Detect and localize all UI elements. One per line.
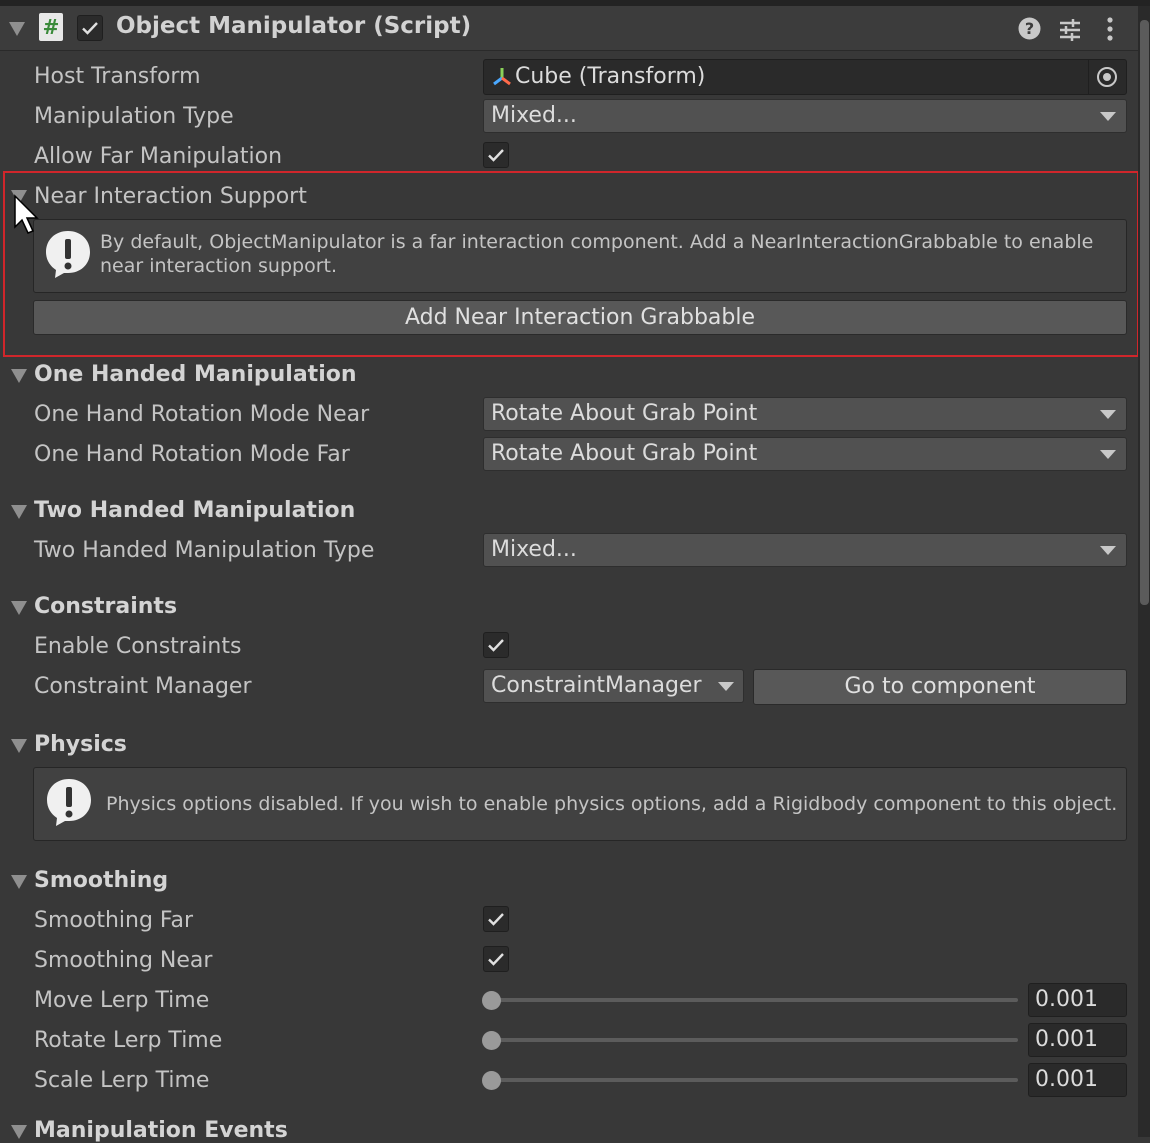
manipulation-type-label: Manipulation Type <box>34 104 234 129</box>
checkmark-icon <box>488 913 504 926</box>
transform-icon <box>491 65 513 93</box>
smoothing-far-checkbox[interactable] <box>483 906 509 932</box>
physics-help-text: Physics options disabled. If you wish to… <box>106 793 1118 815</box>
script-icon: # <box>39 13 63 41</box>
chevron-down-icon <box>718 682 734 691</box>
enable-constraints-checkbox[interactable] <box>483 632 509 658</box>
host-transform-label: Host Transform <box>34 64 201 89</box>
one-handed-foldout-arrow-icon[interactable] <box>11 369 27 383</box>
one-hand-rotation-far-value: Rotate About Grab Point <box>491 441 758 466</box>
object-picker-icon[interactable] <box>1096 66 1118 94</box>
host-transform-value: Cube (Transform) <box>515 64 706 89</box>
help-icon[interactable]: ? <box>1018 17 1041 46</box>
constraint-manager-label: Constraint Manager <box>34 674 252 699</box>
one-handed-title: One Handed Manipulation <box>34 362 357 387</box>
one-hand-rotation-far-label: One Hand Rotation Mode Far <box>34 442 350 467</box>
highlight-frame <box>3 171 1139 357</box>
one-hand-rotation-near-value: Rotate About Grab Point <box>491 401 758 426</box>
mouse-cursor-icon <box>14 194 39 234</box>
manipulation-events-title: Manipulation Events <box>34 1118 288 1143</box>
move-lerp-time-slider-track[interactable] <box>490 998 1018 1002</box>
enable-constraints-label: Enable Constraints <box>34 634 242 659</box>
presets-icon[interactable] <box>1058 17 1082 47</box>
physics-foldout-arrow-icon[interactable] <box>11 739 27 753</box>
chevron-down-icon <box>1100 450 1116 459</box>
one-hand-rotation-near-label: One Hand Rotation Mode Near <box>34 402 370 427</box>
chevron-down-icon <box>1100 546 1116 555</box>
two-handed-type-label: Two Handed Manipulation Type <box>34 538 375 563</box>
checkmark-icon <box>82 22 98 35</box>
scale-lerp-time-input[interactable]: 0.001 <box>1028 1063 1127 1097</box>
warning-icon <box>47 779 91 826</box>
two-handed-type-value: Mixed... <box>491 537 577 562</box>
checkmark-icon <box>488 639 504 652</box>
two-handed-foldout-arrow-icon[interactable] <box>11 505 27 519</box>
constraint-manager-value: ConstraintManager <box>491 673 702 698</box>
one-hand-rotation-far-dropdown[interactable]: Rotate About Grab Point <box>483 437 1127 471</box>
move-lerp-time-slider-knob[interactable] <box>482 991 501 1010</box>
checkmark-icon <box>488 953 504 966</box>
rotate-lerp-time-input[interactable]: 0.001 <box>1028 1023 1127 1057</box>
constraints-foldout-arrow-icon[interactable] <box>11 601 27 615</box>
allow-far-manipulation-label: Allow Far Manipulation <box>34 144 283 169</box>
physics-title: Physics <box>34 732 127 757</box>
rotate-lerp-time-label: Rotate Lerp Time <box>34 1028 223 1053</box>
rotate-lerp-time-slider-knob[interactable] <box>482 1031 501 1050</box>
smoothing-foldout-arrow-icon[interactable] <box>11 875 27 889</box>
kebab-menu-icon[interactable] <box>1104 16 1116 48</box>
one-hand-rotation-near-dropdown[interactable]: Rotate About Grab Point <box>483 397 1127 431</box>
two-handed-type-dropdown[interactable]: Mixed... <box>483 533 1127 567</box>
host-transform-field[interactable]: Cube (Transform) <box>483 59 1127 95</box>
manipulation-type-dropdown[interactable]: Mixed... <box>483 99 1127 133</box>
field-divider <box>1088 60 1089 94</box>
scrollbar-thumb[interactable] <box>1140 20 1149 605</box>
smoothing-far-label: Smoothing Far <box>34 908 194 933</box>
checkmark-icon <box>488 149 504 162</box>
scale-lerp-time-slider-knob[interactable] <box>482 1071 501 1090</box>
constraint-manager-dropdown[interactable]: ConstraintManager <box>483 669 744 703</box>
two-handed-title: Two Handed Manipulation <box>34 498 356 523</box>
move-lerp-time-input[interactable]: 0.001 <box>1028 983 1127 1017</box>
smoothing-near-checkbox[interactable] <box>483 946 509 972</box>
component-title: Object Manipulator (Script) <box>116 13 472 39</box>
go-to-component-button[interactable]: Go to component <box>753 669 1127 705</box>
collapse-arrow-icon[interactable] <box>9 22 25 36</box>
chevron-down-icon <box>1100 112 1116 121</box>
constraints-title: Constraints <box>34 594 178 619</box>
allow-far-manipulation-checkbox[interactable] <box>483 142 509 168</box>
move-lerp-time-label: Move Lerp Time <box>34 988 210 1013</box>
scale-lerp-time-slider-track[interactable] <box>490 1078 1018 1082</box>
smoothing-near-label: Smoothing Near <box>34 948 213 973</box>
component-enabled-checkbox[interactable] <box>77 15 103 41</box>
scale-lerp-time-label: Scale Lerp Time <box>34 1068 210 1093</box>
svg-text:?: ? <box>1025 19 1034 38</box>
smoothing-title: Smoothing <box>34 868 169 893</box>
physics-helpbox: Physics options disabled. If you wish to… <box>33 767 1127 841</box>
rotate-lerp-time-slider-track[interactable] <box>490 1038 1018 1042</box>
chevron-down-icon <box>1100 410 1116 419</box>
manipulation-type-value: Mixed... <box>491 103 577 128</box>
